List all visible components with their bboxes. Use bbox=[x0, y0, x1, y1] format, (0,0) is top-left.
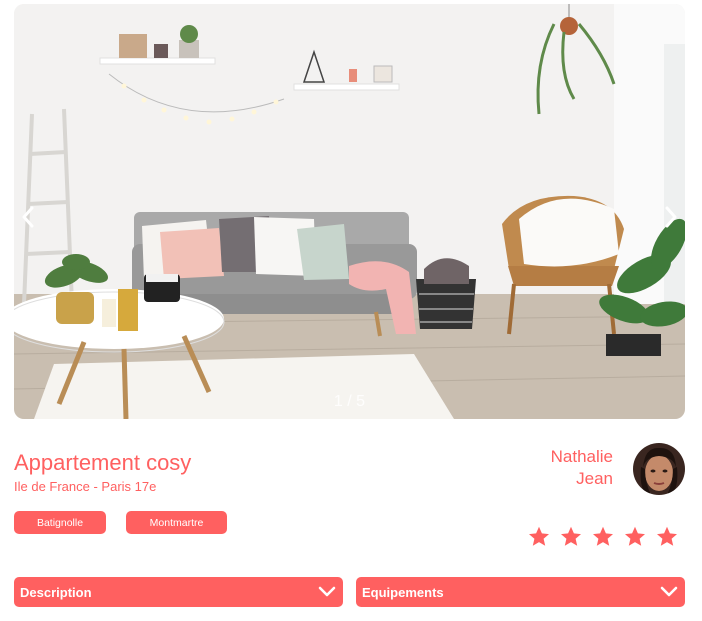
host-avatar bbox=[633, 443, 685, 495]
star-icon bbox=[561, 526, 581, 546]
star-icon bbox=[529, 526, 549, 546]
collapse-title: Equipements bbox=[362, 584, 444, 600]
tag-list: Batignolle Montmartre bbox=[14, 511, 227, 534]
tag: Batignolle bbox=[14, 511, 106, 534]
listing-title: Appartement cosy bbox=[14, 450, 192, 475]
gallery-counter: 1 / 5 bbox=[333, 393, 366, 410]
rating-stars bbox=[527, 525, 679, 549]
host-name: Nathalie Jean bbox=[551, 446, 613, 490]
host-last-name: Jean bbox=[576, 469, 613, 488]
apartment-photo bbox=[14, 4, 685, 419]
gallery-next-button[interactable] bbox=[657, 197, 685, 237]
chevron-left-icon bbox=[22, 206, 34, 228]
listing-location: Ile de France - Paris 17e bbox=[14, 479, 157, 494]
star-icon bbox=[593, 526, 613, 546]
collapse-title: Description bbox=[20, 584, 92, 600]
gallery-prev-button[interactable] bbox=[14, 197, 42, 237]
star-icon bbox=[657, 526, 677, 546]
tag: Montmartre bbox=[126, 511, 227, 534]
chevron-down-icon[interactable] bbox=[317, 585, 337, 599]
description-collapse[interactable]: Description bbox=[14, 577, 343, 607]
star-icon bbox=[625, 526, 645, 546]
equipment-collapse[interactable]: Equipements bbox=[356, 577, 685, 607]
chevron-down-icon[interactable] bbox=[659, 585, 679, 599]
photo-gallery: 1 / 5 bbox=[14, 4, 685, 419]
host-first-name: Nathalie bbox=[550, 447, 613, 466]
chevron-right-icon bbox=[665, 206, 677, 228]
